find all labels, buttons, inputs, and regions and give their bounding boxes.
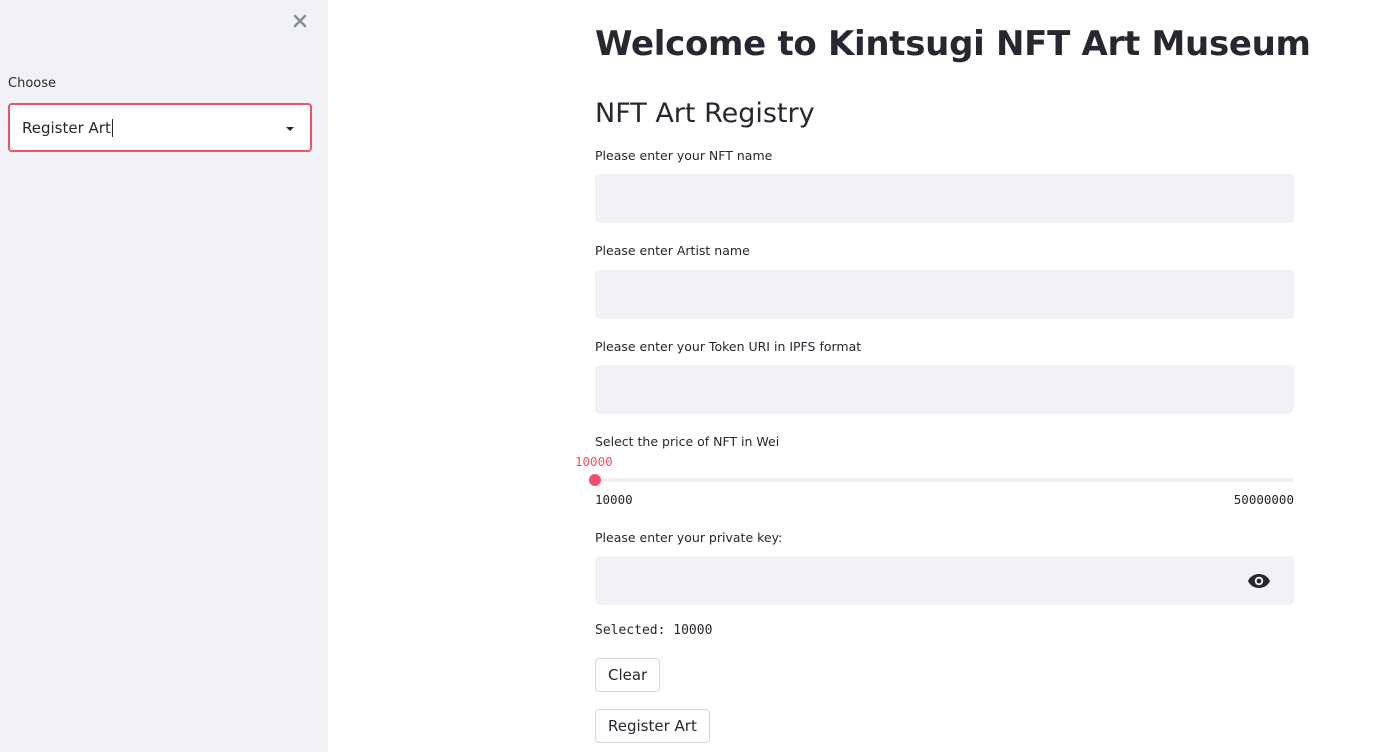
- sidebar: Choose Register Art: [0, 0, 328, 752]
- private-key-label: Please enter your private key:: [595, 530, 783, 545]
- close-icon: [293, 14, 307, 28]
- private-key-input[interactable]: [595, 556, 1294, 605]
- price-label: Select the price of NFT in Wei: [595, 434, 780, 449]
- price-slider-track[interactable]: [589, 474, 1294, 486]
- slider-current-value: 10000: [575, 454, 613, 469]
- eye-icon[interactable]: [1247, 573, 1271, 589]
- price-slider-thumb[interactable]: [589, 474, 601, 486]
- token-uri-label: Please enter your Token URI in IPFS form…: [595, 339, 862, 354]
- choose-label: Choose: [8, 76, 56, 91]
- selected-value-text: Selected: 10000: [595, 623, 713, 638]
- section-title: NFT Art Registry: [595, 98, 815, 129]
- close-sidebar-button[interactable]: [290, 11, 310, 31]
- chevron-down-icon[interactable]: [286, 127, 294, 131]
- choose-select[interactable]: Register Art: [8, 103, 312, 152]
- artist-name-label: Please enter Artist name: [595, 243, 750, 258]
- app-root: Choose Register Art Welcome to Kintsugi …: [0, 0, 1400, 752]
- slider-min-label: 10000: [595, 492, 633, 507]
- nft-name-input[interactable]: [595, 174, 1294, 223]
- clear-button[interactable]: Clear: [595, 658, 661, 692]
- slider-max-label: 50000000: [1233, 492, 1294, 507]
- register-art-button[interactable]: Register Art: [595, 709, 710, 743]
- artist-name-input[interactable]: [595, 270, 1294, 319]
- page-title: Welcome to Kintsugi NFT Art Museum: [595, 24, 1311, 64]
- nft-name-label: Please enter your NFT name: [595, 148, 773, 163]
- token-uri-input[interactable]: [595, 365, 1294, 414]
- choose-select-value: Register Art: [22, 118, 113, 137]
